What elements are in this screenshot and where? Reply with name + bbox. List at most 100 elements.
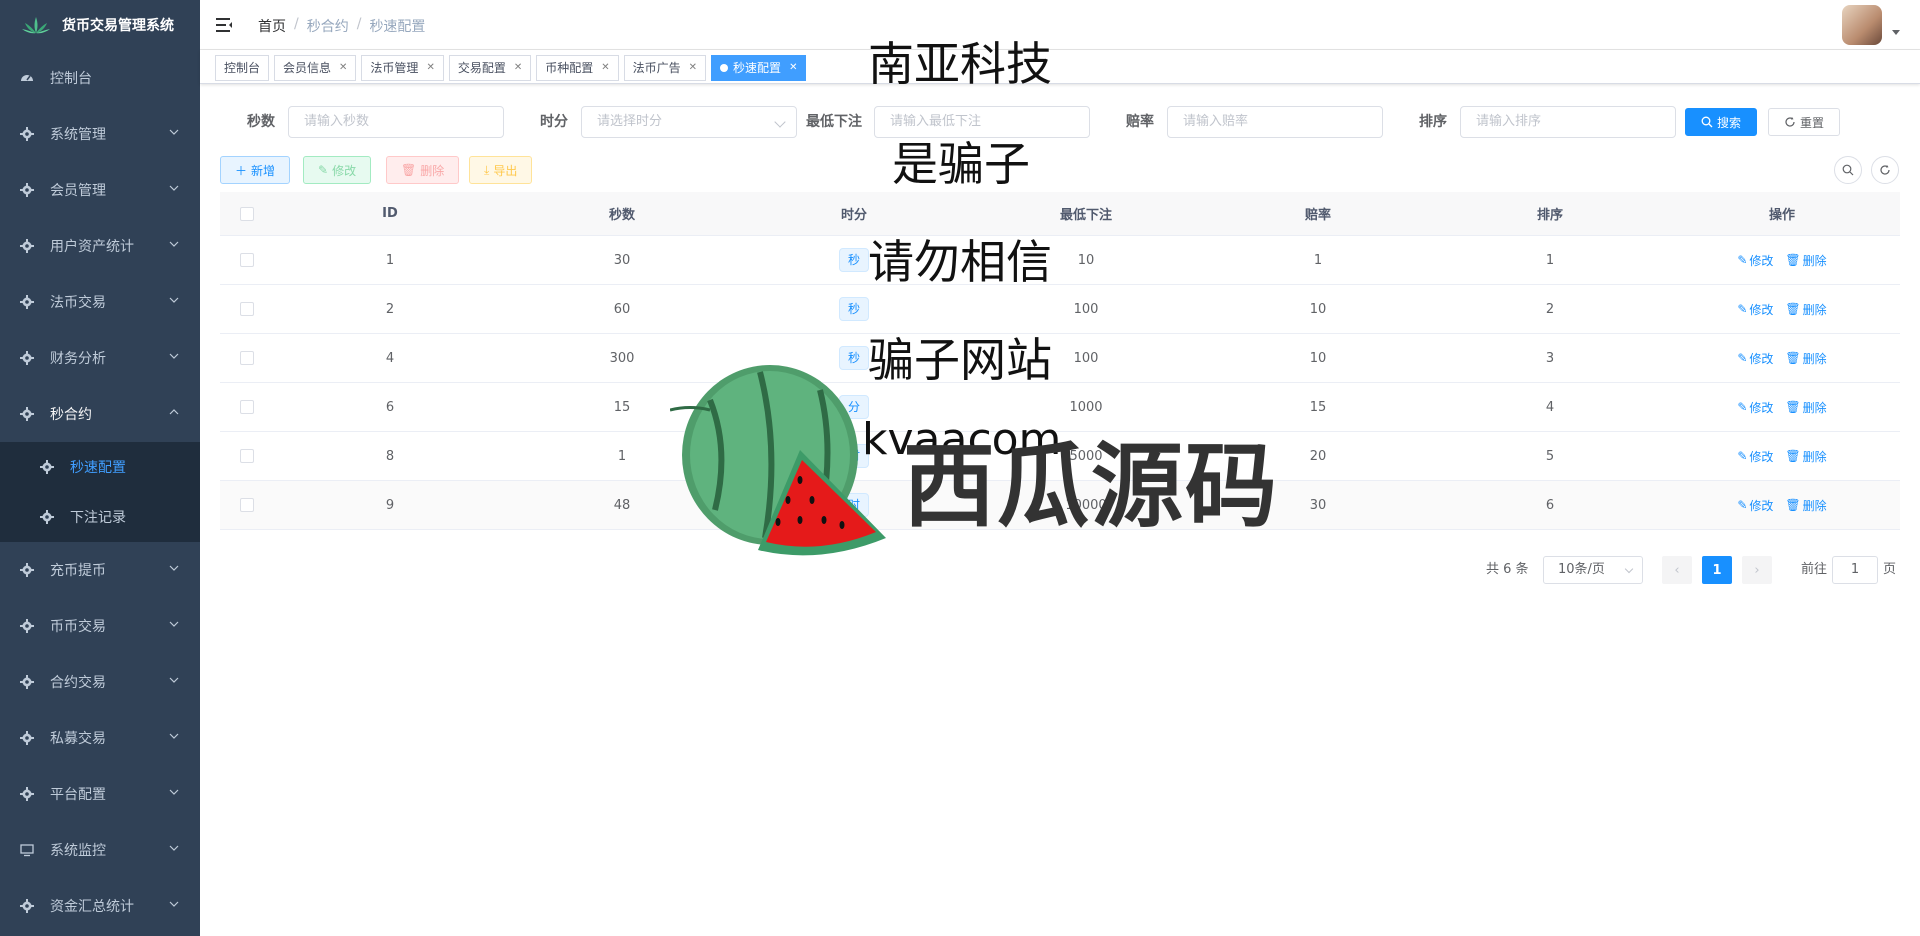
row-delete-link[interactable]: 🗑 删除: [1785, 252, 1826, 269]
row-checkbox[interactable]: [240, 498, 254, 512]
row-delete-label: 删除: [1802, 449, 1827, 464]
tag-item[interactable]: 法币广告 ✕: [623, 55, 707, 81]
sidebar-item[interactable]: 财务分析: [0, 330, 200, 386]
cell-sort: 4: [1545, 399, 1555, 415]
column-header: 时分: [840, 208, 867, 223]
tag-label: 币种配置: [545, 61, 594, 75]
page-size-select[interactable]: 10条/页: [1543, 556, 1643, 584]
sidebar-item[interactable]: 法币交易: [0, 274, 200, 330]
column-header: 秒数: [608, 208, 635, 223]
select-all-checkbox[interactable]: [240, 206, 254, 221]
sidebar-item[interactable]: 合约交易: [0, 654, 200, 710]
edit-button[interactable]: ✎ 修改: [303, 156, 372, 184]
sidebar-item[interactable]: 会员管理: [0, 162, 200, 218]
gear-icon: [40, 510, 54, 524]
row-delete-link[interactable]: 🗑 删除: [1785, 497, 1826, 514]
row-checkbox[interactable]: [240, 253, 254, 267]
row-checkbox-cell: [220, 334, 274, 382]
tag-item[interactable]: 秒速配置 ✕: [711, 55, 807, 81]
refresh-table-button[interactable]: [1871, 156, 1899, 184]
chevron-down-icon: [168, 730, 180, 742]
sort-input[interactable]: 请输入排序: [1460, 106, 1676, 138]
tag-item[interactable]: 币种配置 ✕: [536, 55, 619, 81]
gear-icon: [20, 675, 34, 689]
sidebar-item[interactable]: 系统管理: [0, 106, 200, 162]
tag-item[interactable]: 会员信息 ✕: [274, 55, 357, 81]
tag-item[interactable]: 交易配置 ✕: [448, 55, 532, 81]
seconds-input[interactable]: 请输入秒数: [288, 106, 504, 138]
row-delete-link[interactable]: 🗑 删除: [1785, 301, 1826, 318]
caret-down-icon[interactable]: [1892, 30, 1900, 35]
row-edit-label: 修改: [1749, 351, 1774, 366]
row-edit-link[interactable]: ✎ 修改: [1737, 497, 1773, 514]
row-checkbox[interactable]: [240, 449, 254, 463]
tag-item[interactable]: 法币管理 ✕: [361, 55, 444, 81]
sidebar-item[interactable]: 秒合约: [0, 386, 200, 442]
header-checkbox-cell: [220, 192, 274, 235]
row-edit-label: 修改: [1749, 400, 1774, 415]
sidebar-item[interactable]: 资金汇总统计: [0, 878, 200, 934]
row-edit-link[interactable]: ✎ 修改: [1737, 350, 1773, 367]
toggle-search-button[interactable]: [1834, 156, 1862, 184]
unit-select[interactable]: 请选择时分: [581, 106, 797, 138]
row-delete-link[interactable]: 🗑 删除: [1785, 350, 1826, 367]
min-bet-input[interactable]: 请输入最低下注: [874, 106, 1090, 138]
row-edit-link[interactable]: ✎ 修改: [1737, 252, 1773, 269]
hamburger-icon[interactable]: [216, 16, 234, 34]
app-root: 货币交易管理系统 控制台 系统管理 会员管理 用户资产统计 法币交易 财务分析 秒合约 秒速配…: [0, 0, 1920, 936]
sidebar-item-label: 充币提币: [50, 563, 106, 579]
row-edit-link[interactable]: ✎ 修改: [1737, 399, 1773, 416]
column-header: 排序: [1536, 208, 1563, 223]
cell-seconds: 30: [613, 252, 631, 268]
cell-unit: 时: [738, 481, 970, 529]
tag-label: 法币广告: [632, 61, 681, 75]
row-checkbox[interactable]: [240, 400, 254, 414]
export-button[interactable]: ⤓ 导出: [469, 156, 533, 184]
add-button[interactable]: ＋ 新增: [220, 156, 291, 184]
sidebar-item-label: 系统管理: [50, 127, 106, 143]
row-delete-link[interactable]: 🗑 删除: [1785, 448, 1826, 465]
odds-label: 赔率: [1126, 114, 1154, 130]
close-icon[interactable]: ✕: [789, 56, 797, 80]
sidebar-item[interactable]: 系统监控: [0, 822, 200, 878]
sidebar-subitem[interactable]: 下注记录: [0, 492, 200, 542]
cell-sort: 2: [1545, 301, 1555, 317]
user-avatar[interactable]: [1842, 5, 1882, 45]
gear-icon: [20, 351, 34, 365]
delete-button[interactable]: 🗑 删除: [386, 156, 460, 184]
reset-button[interactable]: 重置: [1768, 108, 1840, 136]
tags-list: 控制台 会员信息 ✕ 法币管理 ✕ 交易配置 ✕ 币种配置 ✕ 法币广告 ✕ 秒速配置 ✕: [215, 55, 807, 81]
row-edit-link[interactable]: ✎ 修改: [1737, 448, 1773, 465]
odds-input[interactable]: 请输入赔率: [1167, 106, 1383, 138]
sidebar-item-label: 系统监控: [50, 843, 106, 859]
search-button[interactable]: 搜索: [1685, 108, 1757, 136]
seconds-label: 秒数: [247, 114, 275, 130]
goto-page-input[interactable]: 1: [1832, 556, 1878, 584]
close-icon[interactable]: ✕: [339, 56, 347, 80]
tag-item[interactable]: 控制台: [215, 55, 270, 81]
prev-page-button[interactable]: ‹: [1662, 556, 1692, 584]
sidebar-item[interactable]: 私募交易: [0, 710, 200, 766]
page-number-button[interactable]: 1: [1702, 556, 1732, 584]
sidebar-item[interactable]: 控制台: [0, 50, 200, 106]
tag-label: 会员信息: [283, 61, 332, 75]
row-edit-link[interactable]: ✎ 修改: [1737, 301, 1773, 318]
row-delete-link[interactable]: 🗑 删除: [1785, 399, 1826, 416]
close-icon[interactable]: ✕: [426, 56, 434, 80]
sidebar-item[interactable]: 用户资产统计: [0, 218, 200, 274]
sidebar-item[interactable]: 平台配置: [0, 766, 200, 822]
sidebar-item[interactable]: 充币提币: [0, 542, 200, 598]
close-icon[interactable]: ✕: [601, 56, 609, 80]
cell-sort: 1: [1545, 252, 1555, 268]
row-checkbox[interactable]: [240, 351, 254, 365]
breadcrumb-home[interactable]: 首页: [258, 16, 286, 36]
row-checkbox[interactable]: [240, 302, 254, 316]
logo[interactable]: 货币交易管理系统: [0, 0, 200, 50]
row-checkbox-cell: [220, 236, 274, 284]
sidebar-subitem[interactable]: 秒速配置: [0, 442, 200, 492]
next-page-button[interactable]: ›: [1742, 556, 1772, 584]
sidebar-item[interactable]: 币币交易: [0, 598, 200, 654]
close-icon[interactable]: ✕: [514, 56, 522, 80]
close-icon[interactable]: ✕: [689, 56, 697, 80]
chevron-left-icon: ‹: [1674, 562, 1680, 578]
